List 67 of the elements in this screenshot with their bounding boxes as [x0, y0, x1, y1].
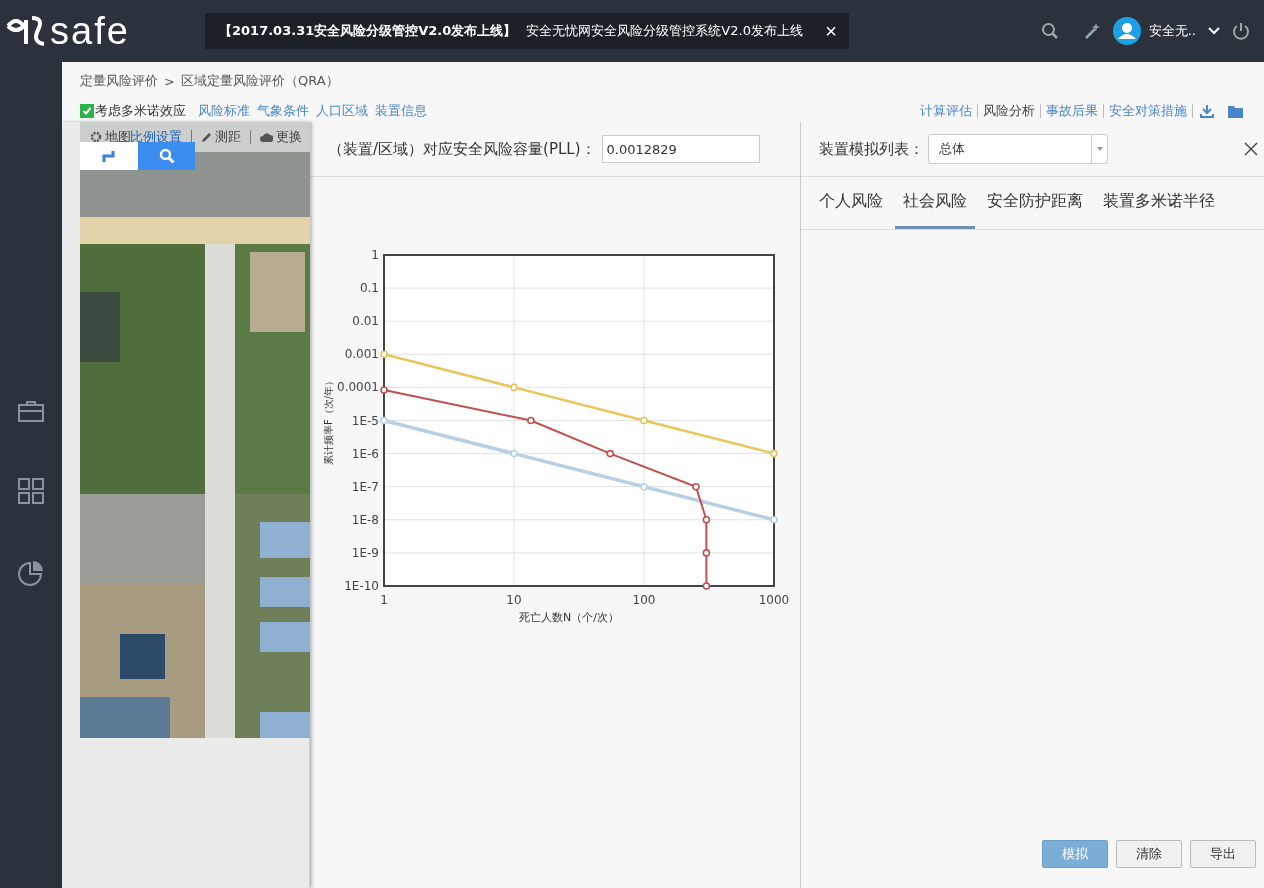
briefcase-icon[interactable] — [18, 400, 44, 422]
pll-label: （装置/区域）对应安全风险容量(PLL)： — [328, 139, 596, 159]
y-tick-label: 1 — [371, 248, 379, 262]
map-tool[interactable]: 更换 — [276, 128, 302, 146]
checkbox[interactable] — [80, 104, 94, 118]
y-tick-label: 0.1 — [359, 281, 379, 296]
toolbar-link[interactable]: 人口区域 — [316, 102, 368, 120]
x-tick-label: 10 — [506, 593, 522, 607]
y-tick-label: 1E-6 — [351, 446, 379, 461]
device-select[interactable]: 总体 — [928, 134, 1108, 164]
cloud-icon — [260, 132, 273, 142]
search-icon[interactable] — [1040, 22, 1059, 40]
x-tick-label: 1 — [380, 593, 388, 607]
grid-icon[interactable] — [18, 478, 44, 504]
y-tick-label: 1E-5 — [351, 413, 379, 428]
checkbox-label[interactable]: 考虑多米诺效应 — [95, 102, 186, 120]
toolbar-link[interactable]: 安全对策措施 — [1104, 104, 1193, 118]
x-tick-label: 100 — [632, 593, 656, 607]
power-icon[interactable] — [1232, 22, 1250, 40]
y-tick-label: 1E-8 — [351, 512, 379, 527]
logo-text: safe — [50, 12, 130, 50]
y-axis-title: 累计频率F（次/年） — [323, 375, 334, 466]
device-list-label: 装置模拟列表： — [819, 139, 924, 159]
toolbar-link[interactable]: 气象条件 — [257, 102, 309, 120]
y-tick-label: 1E-10 — [344, 579, 379, 593]
search-button[interactable] — [138, 142, 195, 170]
avatar-icon[interactable] — [1112, 17, 1141, 45]
x-tick-label: 1000 — [758, 593, 790, 607]
toolbar-link[interactable]: 风险标准 — [198, 102, 250, 120]
action-button[interactable]: 清除 — [1116, 840, 1182, 868]
breadcrumb-item[interactable]: 定量风险评价 — [80, 72, 158, 90]
action-button[interactable]: 导出 — [1190, 840, 1256, 868]
tab[interactable]: 社会风险 — [895, 177, 975, 229]
notice-text: 安全无忧网安全风险分级管控系统V2.0发布上线 — [526, 22, 804, 40]
toolbar-link[interactable]: 装置信息 — [375, 102, 427, 120]
folder-icon[interactable] — [1228, 104, 1243, 118]
route-icon — [102, 149, 116, 163]
toolbar-link[interactable]: 计算评估 — [915, 104, 978, 118]
tab[interactable]: 装置多米诺半径 — [1095, 177, 1223, 229]
breadcrumb-separator: > — [164, 73, 175, 89]
notice-title: 【2017.03.31安全风险分级管控V2.0发布上线】 — [219, 22, 517, 40]
gear-icon — [90, 131, 102, 143]
tab[interactable]: 安全防护距离 — [979, 177, 1091, 229]
route-button[interactable] — [80, 142, 138, 170]
tab[interactable]: 个人风险 — [811, 177, 891, 229]
toolbar-link[interactable]: 事故后果 — [1041, 104, 1104, 118]
close-icon[interactable] — [1244, 142, 1258, 156]
y-tick-label: 0.001 — [344, 347, 379, 362]
breadcrumb-item[interactable]: 区域定量风险评价（QRA） — [180, 72, 339, 90]
pll-field[interactable]: 0.0012829 — [601, 135, 760, 163]
search-icon — [158, 148, 175, 164]
y-tick-label: 1E-7 — [351, 479, 379, 494]
map-tool[interactable]: 比例设置 — [130, 128, 182, 146]
user-name[interactable]: 安全无.. — [1148, 22, 1196, 40]
download-icon[interactable] — [1200, 104, 1214, 118]
toolbar-link[interactable]: 风险分析 — [978, 104, 1041, 118]
map-tool[interactable]: 地图 — [105, 128, 131, 146]
y-tick-label: 1E-9 — [351, 545, 379, 560]
x-axis-title: 死亡人数N（个/次） — [519, 611, 619, 624]
dropdown-caret-icon — [1096, 147, 1103, 151]
chevron-down-icon[interactable] — [1208, 27, 1220, 35]
pie-chart-icon[interactable] — [18, 560, 44, 586]
y-tick-label: 0.01 — [352, 314, 379, 329]
map-tool[interactable]: 测距 — [215, 128, 241, 146]
close-button[interactable]: × — [821, 19, 841, 43]
pencil-icon — [201, 131, 212, 143]
y-tick-label: 0.0001 — [337, 380, 379, 395]
